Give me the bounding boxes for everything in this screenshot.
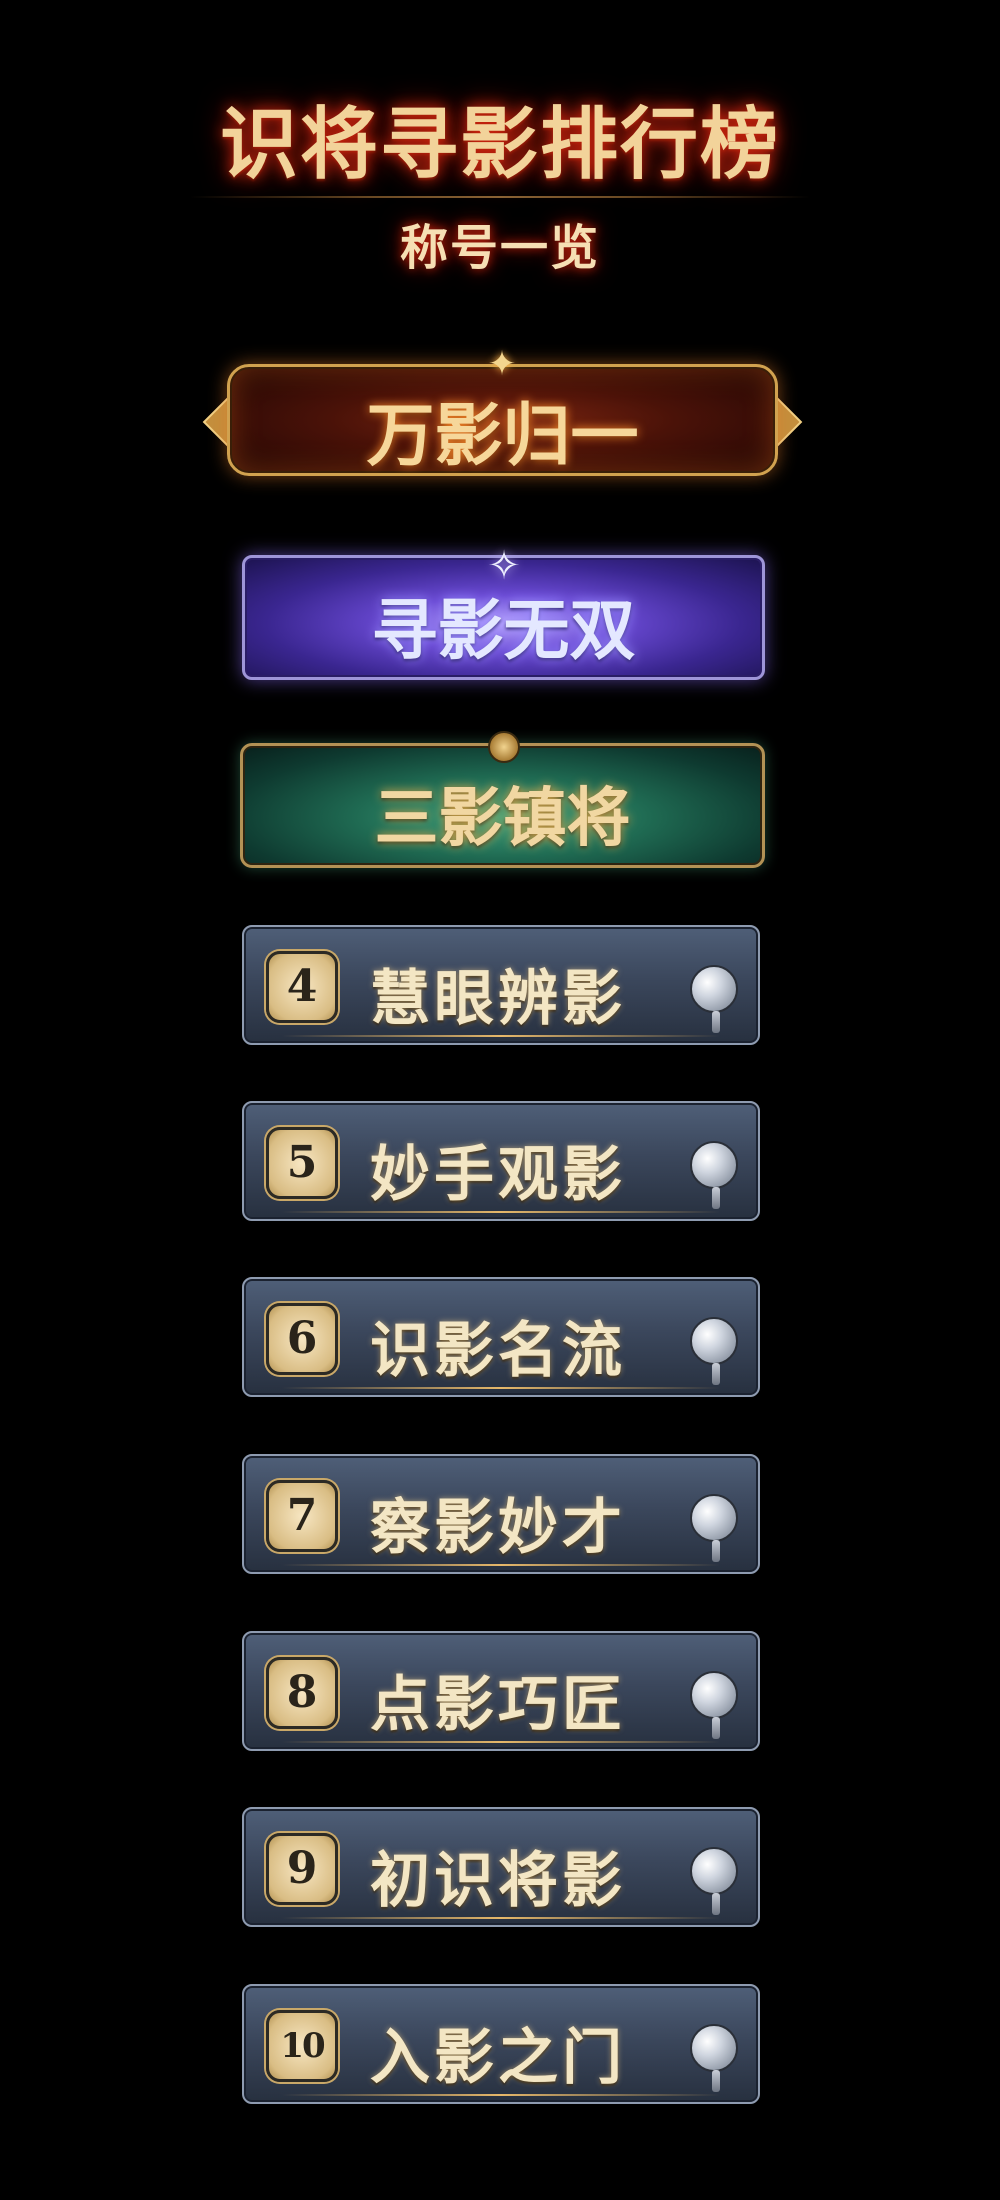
- silver-orb-pendant-icon: [690, 1317, 738, 1365]
- rank-emblem: 9: [266, 1833, 338, 1905]
- badge-title: 万影归一: [366, 396, 639, 476]
- rank-number: 10: [280, 2026, 325, 2066]
- title-badge-9: 9 初识将影: [242, 1807, 760, 1927]
- tassel-icon: [712, 1187, 720, 1209]
- rank-emblem: 4: [266, 951, 338, 1023]
- tassel-icon: [712, 1540, 720, 1562]
- title-badge-8: 8 点影巧匠: [242, 1631, 760, 1751]
- title-badge-5: 5 妙手观影: [242, 1101, 760, 1221]
- rank-number: 7: [286, 1490, 318, 1541]
- badge-title: 妙手观影: [370, 1140, 626, 1210]
- rank-emblem: 8: [266, 1657, 338, 1729]
- title-badge-2: ✧ 寻影无双: [242, 543, 765, 680]
- silver-orb-pendant-icon: [690, 1671, 738, 1719]
- page-subtitle: 称号一览: [399, 220, 600, 276]
- rank-number: 6: [286, 1313, 318, 1364]
- title-badge-10: 10 入影之门: [242, 1984, 760, 2104]
- badge-title: 入影之门: [370, 2023, 626, 2093]
- rank-emblem: 6: [266, 1303, 338, 1375]
- rank-number: 8: [286, 1667, 318, 1718]
- rank-emblem: 10: [266, 2010, 338, 2082]
- rank-emblem: 7: [266, 1480, 338, 1552]
- title-badge-3: 三影镇将: [240, 731, 765, 868]
- tassel-icon: [712, 1893, 720, 1915]
- title-badge-4: 4 慧眼辨影: [242, 925, 760, 1045]
- rank-number: 4: [286, 961, 318, 1012]
- silver-orb-pendant-icon: [690, 1141, 738, 1189]
- medal-icon: [488, 731, 520, 763]
- title-badge-7: 7 察影妙才: [242, 1454, 760, 1574]
- badge-title: 初识将影: [370, 1846, 626, 1916]
- title-divider: [190, 196, 810, 198]
- silver-orb-pendant-icon: [690, 2024, 738, 2072]
- title-badge-6: 6 识影名流: [242, 1277, 760, 1397]
- tassel-icon: [712, 1363, 720, 1385]
- rank-number: 9: [286, 1843, 318, 1894]
- tassel-icon: [712, 1011, 720, 1033]
- badge-title: 慧眼辨影: [370, 964, 626, 1034]
- badge-title: 察影妙才: [370, 1493, 626, 1563]
- silver-orb-pendant-icon: [690, 965, 738, 1013]
- badge-title: 点影巧匠: [370, 1670, 626, 1740]
- silver-orb-pendant-icon: [690, 1847, 738, 1895]
- badge-title: 识影名流: [370, 1316, 626, 1386]
- tassel-icon: [712, 2070, 720, 2092]
- page-header: 识将寻影排行榜 称号一览: [0, 0, 1000, 290]
- tassel-icon: [712, 1717, 720, 1739]
- star-ornament-icon: ✦: [487, 344, 517, 384]
- title-badge-1: ✦ 万影归一: [202, 346, 803, 490]
- rank-number: 5: [286, 1137, 318, 1188]
- silver-orb-pendant-icon: [690, 1494, 738, 1542]
- rank-emblem: 5: [266, 1127, 338, 1199]
- badge-title: 三影镇将: [374, 781, 631, 856]
- page-title: 识将寻影排行榜: [219, 99, 780, 190]
- badge-title: 寻影无双: [371, 591, 636, 669]
